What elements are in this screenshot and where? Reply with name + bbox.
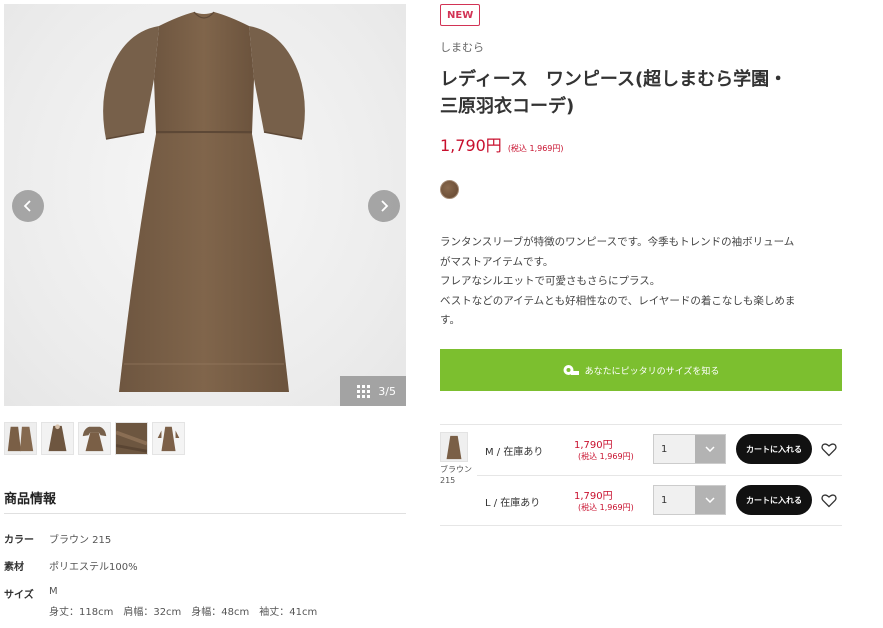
- quantity-select[interactable]: 1: [653, 485, 726, 515]
- product-description: ランタンスリーブが特徴のワンピースです。今季もトレンドの袖ボリューム がマストア…: [440, 233, 845, 331]
- spec-value: ポリエステル100%: [49, 562, 138, 573]
- sku-price-tax: (税込 1,969円): [578, 503, 634, 512]
- chevron-right-icon: [381, 200, 389, 212]
- sku-price-tax: (税込 1,969円): [578, 452, 634, 461]
- thumbnail-image: [116, 423, 147, 454]
- thumbnail-3[interactable]: [78, 422, 111, 455]
- description-line: ランタンスリーブが特徴のワンピースです。今季もトレンドの袖ボリューム: [440, 236, 795, 248]
- thumbnail-image: [5, 423, 36, 454]
- sku-size-stock: L / 在庫あり: [485, 498, 541, 509]
- thumbnail-image: [153, 423, 184, 454]
- spec-value: ブラウン 215: [49, 535, 112, 546]
- gallery-counter[interactable]: 3/5: [340, 376, 406, 406]
- spec-key: サイズ: [4, 590, 34, 601]
- product-title-line-1: レディース ワンピース(超しまむら学園・: [440, 69, 788, 90]
- sku-price: 1,790円: [574, 440, 613, 451]
- description-line: がマストアイテムです。: [440, 255, 554, 268]
- product-title: レディース ワンピース(超しまむら学園・ 三原羽衣コーデ): [440, 66, 840, 120]
- sku-size-stock: M / 在庫あり: [485, 447, 544, 458]
- product-image-gallery: 3/5: [4, 4, 406, 406]
- thumbnail-1[interactable]: [4, 422, 37, 455]
- thumbnail-strip: [4, 422, 185, 455]
- description-line: フレアなシルエットで可愛さもさらにプラス。: [440, 275, 661, 287]
- description-line: す。: [440, 314, 460, 326]
- divider: [440, 525, 842, 526]
- quantity-select[interactable]: 1: [653, 434, 726, 464]
- brand-name: しまむら: [440, 41, 484, 54]
- chevron-down-icon: [695, 435, 725, 463]
- thumbnail-image: [79, 423, 110, 454]
- sku-price: 1,790円: [574, 491, 613, 502]
- gallery-next-button[interactable]: [368, 190, 400, 222]
- chevron-down-icon: [695, 486, 725, 514]
- spec-key: カラー: [4, 535, 34, 546]
- thumbnail-image: [42, 423, 73, 454]
- sku-row-m: M / 在庫あり 1,790円 (税込 1,969円) 1 カートに入れる: [440, 425, 842, 475]
- quantity-value: 1: [654, 435, 695, 463]
- gallery-prev-button[interactable]: [12, 190, 44, 222]
- sku-row-l: L / 在庫あり 1,790円 (税込 1,969円) 1 カートに入れる: [440, 476, 842, 526]
- product-image: [103, 11, 305, 392]
- spec-key: 素材: [4, 562, 24, 573]
- divider: [4, 513, 406, 514]
- gallery-counter-text: 3/5: [378, 384, 396, 398]
- spec-heading: 商品情報: [4, 492, 57, 507]
- thumbnail-5[interactable]: [152, 422, 185, 455]
- heart-icon[interactable]: [821, 442, 837, 457]
- add-to-cart-button[interactable]: カートに入れる: [736, 434, 812, 464]
- color-swatch-brown[interactable]: [440, 180, 459, 199]
- thumbnail-4[interactable]: [115, 422, 148, 455]
- price-value: 1,790円: [440, 136, 502, 155]
- add-to-cart-button[interactable]: カートに入れる: [736, 485, 812, 515]
- new-badge: NEW: [440, 4, 481, 26]
- spec-value: M: [49, 586, 58, 597]
- grid-icon: [357, 384, 371, 398]
- product-title-line-2: 三原羽衣コーデ): [440, 96, 575, 117]
- quantity-value: 1: [654, 486, 695, 514]
- measuring-tape-icon: [563, 364, 579, 376]
- thumbnail-2[interactable]: [41, 422, 74, 455]
- chevron-left-icon: [23, 200, 31, 212]
- product-price: 1,790円 (税込 1,969円): [440, 132, 564, 156]
- spec-measurements: 身丈：118cm 肩幅：32cm 身幅：48cm 袖丈：41cm: [49, 607, 318, 618]
- heart-icon[interactable]: [821, 493, 837, 508]
- price-tax: (税込 1,969円): [507, 144, 564, 153]
- size-finder-button[interactable]: あなたにピッタリのサイズを知る: [440, 349, 842, 391]
- size-finder-label: あなたにピッタリのサイズを知る: [584, 366, 720, 377]
- description-line: ベストなどのアイテムとも好相性なので、レイヤードの着こなしも楽しめま: [440, 294, 796, 307]
